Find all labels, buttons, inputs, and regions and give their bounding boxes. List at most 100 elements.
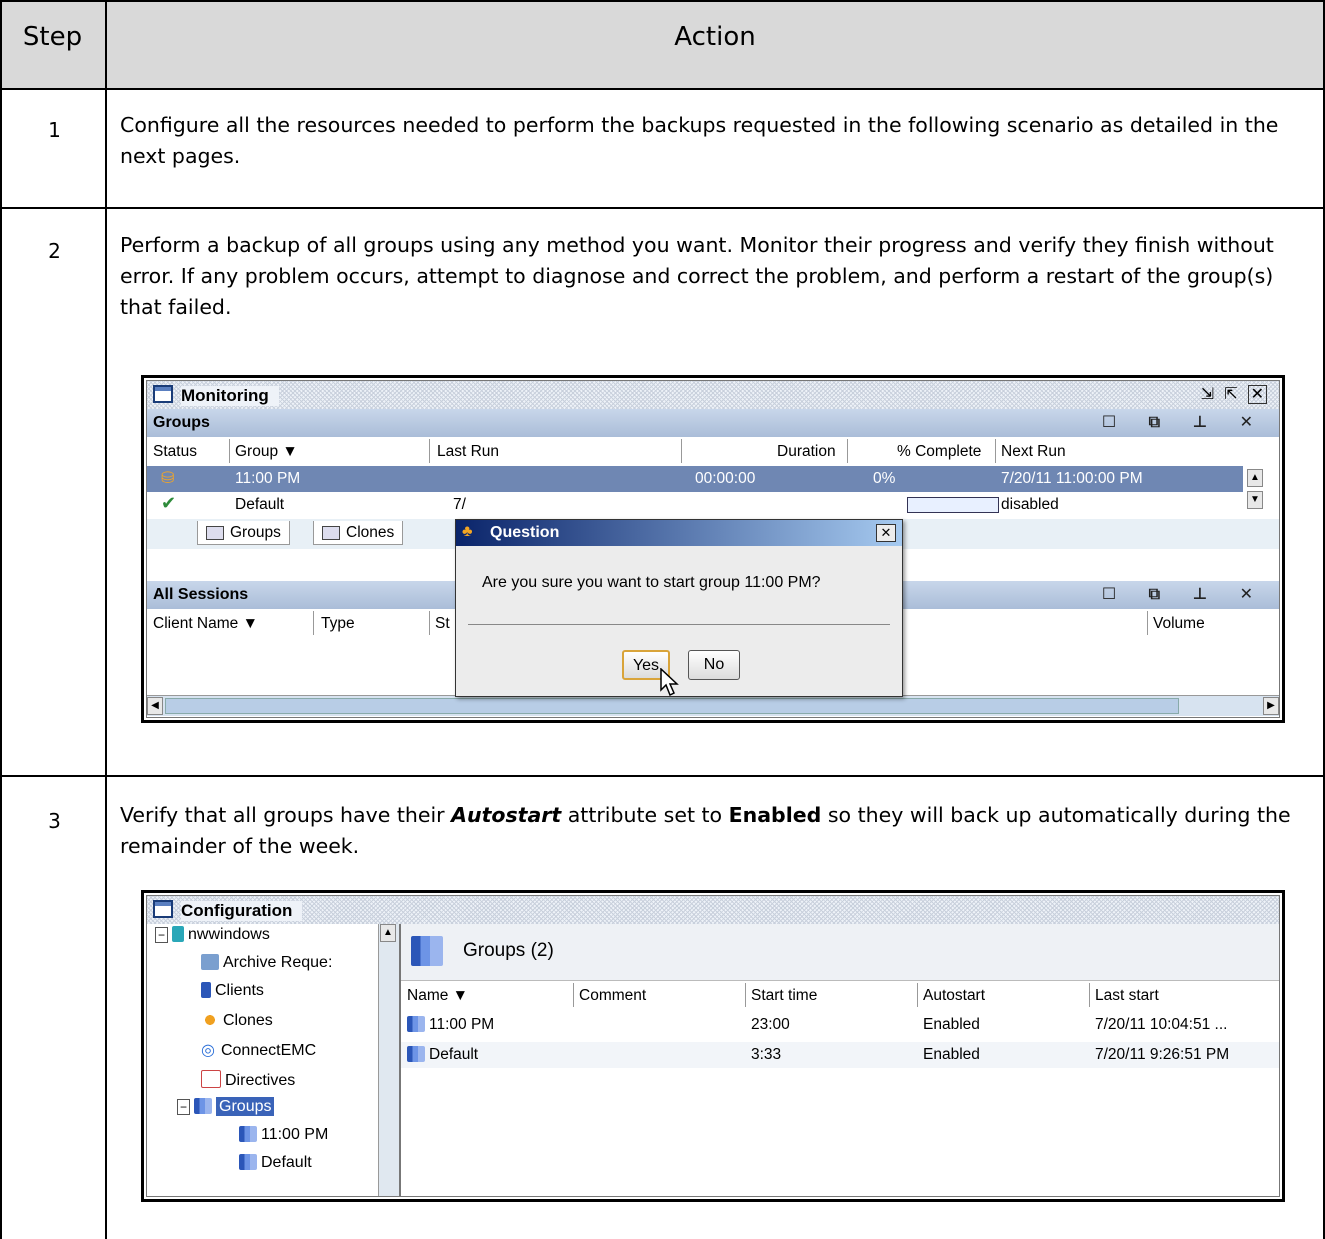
autostart: Enabled [923, 1046, 980, 1063]
table-border-mid [105, 0, 107, 1239]
table-border-top [0, 0, 1325, 2]
duration: 00:00:00 [695, 470, 756, 487]
tree-scrollbar[interactable]: ▲ [378, 924, 399, 1196]
col-group[interactable]: Group ▼ [235, 443, 298, 461]
tree-item-directives[interactable]: Directives [201, 1070, 295, 1090]
sessions-section-title: All Sessions [153, 586, 249, 603]
autostart-term: Autostart [451, 803, 562, 827]
undock-icon[interactable]: ⇲ [1201, 386, 1224, 403]
tree-item-group-1100pm[interactable]: 11:00 PM [239, 1126, 328, 1144]
tab-groups[interactable]: Groups [197, 521, 290, 545]
tree-panel: ▲ − nwwindows Archive Reque: Clients Clon… [147, 924, 401, 1196]
monitoring-titlebar: Monitoring ⇲⇱ ✕ [147, 381, 1279, 409]
table-row[interactable]: ⛁ 11:00 PM 00:00:00 0% 7/20/11 11:00:00 … [147, 466, 1243, 492]
tree-item-group-default[interactable]: Default [239, 1154, 312, 1172]
enabled-term: Enabled [728, 803, 822, 827]
question-dialog: ♣ Question ✕ Are you sure you want to st… [455, 519, 903, 697]
scroll-left-button[interactable]: ◀ [147, 697, 163, 715]
start-time: 23:00 [751, 1016, 790, 1033]
cursor-icon [660, 668, 679, 697]
table-border-row1 [0, 207, 1325, 209]
step-number-2: 2 [48, 239, 61, 263]
step-1-text: Configure all the resources needed to pe… [120, 113, 1279, 168]
window-icon [153, 385, 173, 403]
scroll-thumb[interactable] [165, 698, 1179, 714]
col-start-time[interactable]: Start time [751, 987, 817, 1005]
clones-icon [201, 1012, 219, 1028]
percent-complete: 0% [873, 470, 896, 487]
table-border-row2 [0, 775, 1325, 777]
tree-root[interactable]: − nwwindows [155, 926, 270, 944]
col-type[interactable]: Type [321, 615, 355, 633]
maximize-icon[interactable]: ⇱ [1224, 386, 1247, 403]
group-name: 11:00 PM [429, 1016, 495, 1033]
tree-item-connectemc[interactable]: ◎ ConnectEMC [201, 1040, 316, 1060]
header-step: Step [22, 22, 83, 52]
directives-icon [201, 1070, 221, 1088]
group-name: 11:00 PM [235, 470, 301, 487]
step-3-text-a: Verify that all groups have their [120, 803, 452, 827]
dialog-titlebar: ♣ Question ✕ [456, 520, 902, 546]
groups-section-title: Groups [153, 414, 210, 431]
group-icon [407, 1046, 425, 1062]
close-icon[interactable]: ✕ [876, 524, 896, 542]
step-3-text-b: attribute set to [561, 803, 729, 827]
col-last-run[interactable]: Last Run [437, 443, 499, 461]
col-complete[interactable]: % Complete [897, 443, 981, 461]
groups-section-header: Groups ☐ ⧉ ⊥ ✕ [147, 409, 1279, 437]
window-icon [153, 900, 173, 918]
col-next-run[interactable]: Next Run [1001, 443, 1066, 461]
archive-icon [201, 954, 219, 970]
groups-column-header: Status Group ▼ Last Run Duration % Compl… [147, 437, 1279, 465]
next-run: 7/20/11 11:00:00 PM [1001, 470, 1143, 487]
table-icon [322, 525, 340, 540]
table-row[interactable]: Default 3:33 Enabled 7/20/11 9:26:51 PM [401, 1042, 1279, 1068]
table-row[interactable]: 11:00 PM 23:00 Enabled 7/20/11 10:04:51 … [401, 1012, 1279, 1038]
close-window-icon[interactable]: ✕ [1247, 385, 1267, 404]
group-icon [239, 1154, 257, 1170]
section-controls[interactable]: ☐ ⧉ ⊥ ✕ [1102, 584, 1267, 604]
col-status[interactable]: Status [153, 443, 197, 461]
col-name[interactable]: Name ▼ [407, 987, 468, 1005]
autostart: Enabled [923, 1016, 980, 1033]
section-controls[interactable]: ☐ ⧉ ⊥ ✕ [1102, 412, 1267, 432]
client-icon [201, 982, 211, 998]
dialog-message: Are you sure you want to start group 11:… [482, 574, 821, 591]
configuration-screenshot: Configuration ▲ − nwwindows Archive Reque… [141, 890, 1285, 1202]
groups-column-header: Name ▼ Comment Start time Autostart Last… [401, 981, 1279, 1009]
no-button[interactable]: No [688, 650, 740, 680]
horizontal-scrollbar[interactable]: ◀ ▶ [147, 695, 1279, 716]
tree-item-clients[interactable]: Clients [201, 982, 264, 1000]
last-start: 7/20/11 10:04:51 ... [1095, 1016, 1228, 1033]
last-start: 7/20/11 9:26:51 PM [1095, 1046, 1230, 1063]
col-comment[interactable]: Comment [579, 987, 646, 1005]
step-number-3: 3 [48, 809, 61, 833]
col-state[interactable]: St [435, 615, 450, 633]
groups-panel: Groups (2) Name ▼ Comment Start time Aut… [401, 924, 1279, 1196]
table-border-header [0, 88, 1325, 90]
table-border-left [0, 0, 2, 1239]
groups-panel-header: Groups (2) [401, 924, 1279, 981]
col-last-start[interactable]: Last start [1095, 987, 1159, 1005]
scroll-down-button[interactable]: ▼ [1247, 491, 1263, 509]
col-client-name[interactable]: Client Name ▼ [153, 615, 258, 633]
col-duration[interactable]: Duration [777, 443, 836, 461]
configuration-title: Configuration [181, 901, 303, 921]
tree-item-groups[interactable]: − Groups [177, 1097, 275, 1116]
step-3-text: Verify that all groups have their Autost… [120, 800, 1310, 862]
step-2-text: Perform a backup of all groups using any… [120, 233, 1274, 319]
table-row[interactable]: ✔ Default 7/ disabled [147, 492, 1243, 518]
tree-item-clones[interactable]: Clones [201, 1012, 273, 1030]
groups-panel-title: Groups (2) [463, 940, 554, 961]
col-volume[interactable]: Volume [1153, 615, 1205, 633]
scroll-right-button[interactable]: ▶ [1263, 697, 1279, 715]
tree-item-archive[interactable]: Archive Reque: [201, 954, 332, 972]
monitoring-title: Monitoring [181, 386, 279, 406]
col-autostart[interactable]: Autostart [923, 987, 985, 1005]
tab-clones[interactable]: Clones [313, 521, 404, 545]
server-icon [172, 926, 185, 942]
last-run: 7/ [453, 496, 466, 513]
scroll-up-button[interactable]: ▲ [1247, 469, 1263, 487]
configuration-titlebar: Configuration [147, 896, 1279, 924]
scroll-up-button[interactable]: ▲ [380, 924, 396, 942]
